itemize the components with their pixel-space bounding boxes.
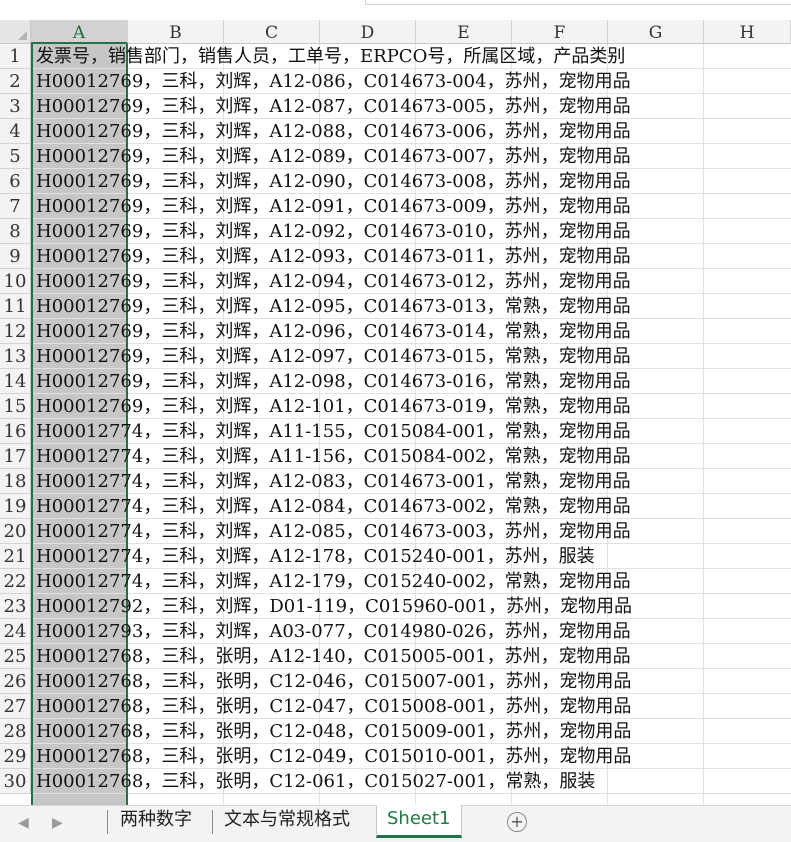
table-row[interactable]: H00012792，三科，刘辉，D01-119，C015960-001，苏州，宠… — [36, 594, 706, 619]
table-row[interactable]: H00012769，三科，刘辉，A12-089，C014673-007，苏州，宠… — [36, 144, 706, 169]
column-header-g[interactable]: G — [608, 20, 704, 44]
row-header[interactable]: 23 — [0, 594, 31, 619]
column-header-d[interactable]: D — [320, 20, 416, 44]
table-row[interactable]: H00012769，三科，刘辉，A12-091，C014673-009，苏州，宠… — [36, 194, 706, 219]
table-row[interactable]: H00012768，三科，张明，C12-046，C015007-001，苏州，宠… — [36, 669, 706, 694]
table-row[interactable]: H00012769，三科，刘辉，A12-095，C014673-013，常熟，宠… — [36, 294, 706, 319]
scroll-tabs-right-icon[interactable]: ▶ — [52, 815, 63, 831]
worksheet-grid[interactable]: ABCDEFGH 1 2 3 4 5 6 7 8 9 10 11 12 13 14 15 16 17 18 19 20… — [0, 20, 791, 805]
row-header[interactable]: 14 — [0, 369, 31, 394]
table-row[interactable]: H00012768，三科，张明，A12-140，C015005-001，苏州，宠… — [36, 644, 706, 669]
column-header-f[interactable]: F — [512, 20, 608, 44]
tab-separator — [212, 810, 213, 834]
row-header[interactable]: 29 — [0, 744, 31, 769]
table-row[interactable]: H00012769，三科，刘辉，A12-098，C014673-016，常熟，宠… — [36, 369, 706, 394]
header-row-cell[interactable]: 发票号，销售部门，销售人员，工单号，ERPCO号，所属区域，产品类别 — [36, 44, 686, 69]
table-row[interactable]: H00012774，三科，刘辉，A11-155，C015084-001，常熟，宠… — [36, 419, 706, 444]
row-header[interactable]: 5 — [0, 144, 31, 169]
table-row[interactable]: H00012769，三科，刘辉，A12-093，C014673-011，苏州，宠… — [36, 244, 706, 269]
scroll-tabs-left-icon[interactable]: ◀ — [18, 815, 29, 831]
row-header[interactable]: 19 — [0, 494, 31, 519]
column-header-e[interactable]: E — [416, 20, 512, 44]
sheet-tab-bar: ◀ ▶ 两种数字 文本与常规格式 Sheet1 + — [0, 805, 791, 842]
table-row[interactable]: H00012768，三科，张明，C12-048，C015009-001，苏州，宠… — [36, 719, 706, 744]
row-header[interactable]: 9 — [0, 244, 31, 269]
row-header[interactable]: 15 — [0, 394, 31, 419]
tab-two-numbers[interactable]: 两种数字 — [110, 806, 202, 838]
tab-separator — [107, 810, 108, 834]
table-row[interactable]: H00012793，三科，刘辉，A03-077，C014980-026，苏州，宠… — [36, 619, 706, 644]
row-header[interactable]: 4 — [0, 119, 31, 144]
table-row[interactable]: H00012769，三科，刘辉，A12-101，C014673-019，常熟，宠… — [36, 394, 706, 419]
row-header[interactable]: 16 — [0, 419, 31, 444]
row-header[interactable]: 3 — [0, 94, 31, 119]
row-header[interactable]: 18 — [0, 469, 31, 494]
select-all-button[interactable] — [0, 20, 31, 44]
table-row[interactable]: H00012768，三科，张明，C12-061，C015027-001，常熟，服… — [36, 769, 706, 794]
row-header[interactable]: 28 — [0, 719, 31, 744]
table-row[interactable]: H00012774，三科，刘辉，A12-084，C014673-002，常熟，宠… — [36, 494, 706, 519]
tab-text-general-format[interactable]: 文本与常规格式 — [214, 806, 360, 838]
table-row[interactable]: H00012769，三科，刘辉，A12-094，C014673-012，苏州，宠… — [36, 269, 706, 294]
row-header[interactable]: 25 — [0, 644, 31, 669]
row-header[interactable]: 21 — [0, 544, 31, 569]
table-row[interactable]: H00012774，三科，刘辉，A11-156，C015084-002，常熟，宠… — [36, 444, 706, 469]
column-header-b[interactable]: B — [128, 20, 224, 44]
table-row[interactable]: H00012774，三科，刘辉，A12-178，C015240-001，苏州，服… — [36, 544, 706, 569]
row-header[interactable]: 30 — [0, 769, 31, 794]
table-row[interactable]: H00012769，三科，刘辉，A12-090，C014673-008，苏州，宠… — [36, 169, 706, 194]
row-header[interactable]: 11 — [0, 294, 31, 319]
table-row[interactable]: H00012774，三科，刘辉，A12-085，C014673-003，苏州，宠… — [36, 519, 706, 544]
table-row[interactable]: H00012768，三科，张明，C12-047，C015008-001，苏州，宠… — [36, 694, 706, 719]
row-header[interactable]: 2 — [0, 69, 31, 94]
table-row[interactable]: H00012774，三科，刘辉，A12-083，C014673-001，常熟，宠… — [36, 469, 706, 494]
tab-sheet1[interactable]: Sheet1 — [376, 805, 462, 838]
column-header-a[interactable]: A — [31, 20, 128, 44]
table-row[interactable]: H00012769，三科，刘辉，A12-097，C014673-015，常熟，宠… — [36, 344, 706, 369]
column-header-h[interactable]: H — [704, 20, 791, 44]
formula-bar-strip — [0, 0, 791, 20]
row-header[interactable]: 20 — [0, 519, 31, 544]
row-header[interactable]: 27 — [0, 694, 31, 719]
table-row[interactable]: H00012769，三科，刘辉，A12-087，C014673-005，苏州，宠… — [36, 94, 706, 119]
formula-bar-edge — [365, 0, 791, 5]
column-header-c[interactable]: C — [224, 20, 320, 44]
row-header[interactable]: 7 — [0, 194, 31, 219]
row-header[interactable]: 6 — [0, 169, 31, 194]
row-header[interactable]: 10 — [0, 269, 31, 294]
row-header[interactable]: 17 — [0, 444, 31, 469]
table-row[interactable]: H00012769，三科，刘辉，A12-092，C014673-010，苏州，宠… — [36, 219, 706, 244]
table-row[interactable]: H00012768，三科，张明，C12-049，C015010-001，苏州，宠… — [36, 744, 706, 769]
row-header[interactable]: 22 — [0, 569, 31, 594]
row-header[interactable]: 12 — [0, 319, 31, 344]
table-row[interactable]: H00012769，三科，刘辉，A12-096，C014673-014，常熟，宠… — [36, 319, 706, 344]
table-row[interactable]: H00012769，三科，刘辉，A12-088，C014673-006，苏州，宠… — [36, 119, 706, 144]
row-header[interactable]: 24 — [0, 619, 31, 644]
table-row[interactable]: H00012769，三科，刘辉，A12-086，C014673-004，苏州，宠… — [36, 69, 706, 94]
row-header[interactable]: 8 — [0, 219, 31, 244]
row-header[interactable]: 26 — [0, 669, 31, 694]
add-sheet-icon[interactable]: + — [507, 812, 527, 832]
row-header[interactable]: 1 — [0, 44, 31, 69]
row-header[interactable]: 13 — [0, 344, 31, 369]
table-row[interactable]: H00012774，三科，刘辉，A12-179，C015240-002，常熟，宠… — [36, 569, 706, 594]
